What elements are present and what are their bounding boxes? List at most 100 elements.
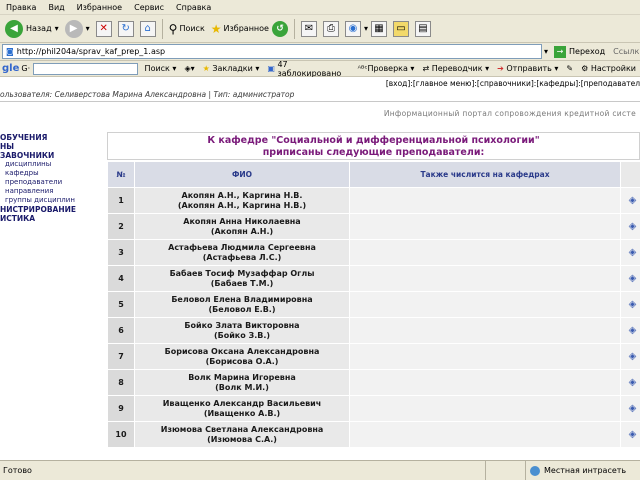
google-search-input[interactable] xyxy=(33,62,138,75)
google-search-button[interactable]: Поиск ▾ xyxy=(141,64,181,73)
folder-icon[interactable]: ▭ xyxy=(393,20,409,37)
teacher-short-name: (Акопян А.Н., Каргина Н.В.) xyxy=(177,200,307,210)
other-departments-cell xyxy=(350,370,620,395)
teacher-name-cell[interactable]: Иващенко Александр Васильевич (Иващенко А… xyxy=(135,396,349,421)
spellcheck-button[interactable]: ᴬᴮᶜ Проверка ▾ xyxy=(354,64,419,73)
sidebar-item[interactable]: НЫ xyxy=(0,142,104,151)
edit-icon[interactable]: ◈ xyxy=(621,396,640,421)
teacher-name-cell[interactable]: Бойко Злата Викторовна (Бойко З.В.) xyxy=(135,318,349,343)
address-bar: ◙ http://phil204a/sprav_kaf_prep_1.asp ▾… xyxy=(0,43,640,61)
address-input[interactable]: ◙ http://phil204a/sprav_kaf_prep_1.asp xyxy=(2,44,542,59)
g-icon: G· xyxy=(21,64,31,73)
settings-button[interactable]: ⚙ Настройки xyxy=(577,64,640,73)
header-action xyxy=(621,162,640,187)
edit-icon[interactable]: ◈ xyxy=(621,266,640,291)
teacher-name-cell[interactable]: Бабаев Тосиф Музаффар Оглы (Бабаев Т.М.) xyxy=(135,266,349,291)
table-header-row: № ФИО Также числится на кафедрах xyxy=(108,162,640,187)
teacher-full-name: Бабаев Тосиф Музаффар Оглы xyxy=(169,268,315,278)
teacher-short-name: (Бабаев Т.М.) xyxy=(210,278,274,288)
go-arrow-icon: → xyxy=(554,45,567,58)
stop-icon[interactable]: ✕ xyxy=(95,20,112,37)
status-bar: Готово Местная интрасеть xyxy=(0,460,640,480)
teacher-name-cell[interactable]: Беловол Елена Владимировна (Беловол Е.В.) xyxy=(135,292,349,317)
menu-tools[interactable]: Сервис xyxy=(128,3,170,12)
browser-toolbar: ◀ Назад ▾ ▶ ▾ ✕ ↻ ⌂ ⚲ Поиск ★ Избранное … xyxy=(0,15,640,43)
edit-icon[interactable]: ◈ xyxy=(621,318,640,343)
sidebar-item[interactable]: кафедры xyxy=(0,169,104,178)
toolbar-separator xyxy=(161,18,163,39)
translate-icon: ⇄ xyxy=(422,64,430,73)
mail-icon[interactable]: ✉ xyxy=(300,20,317,37)
sidebar-menu: ОБУЧЕНИЯ НЫ ЗАВОЧНИКИ дисциплины кафедры преп… xyxy=(0,133,104,223)
row-number: 3 xyxy=(108,240,134,265)
chevron-down-icon[interactable]: ▾ xyxy=(364,24,368,33)
menu-edit[interactable]: Правка xyxy=(0,3,42,12)
forward-button[interactable]: ▶ ▾ xyxy=(62,17,93,41)
row-number: 4 xyxy=(108,266,134,291)
teacher-name-cell[interactable]: Волк Марина Игоревна (Волк М.И.) xyxy=(135,370,349,395)
sidebar-item[interactable]: ОБУЧЕНИЯ xyxy=(0,133,104,142)
sidebar-item[interactable]: НИСТРИРОВАНИЕ xyxy=(0,205,104,214)
history-icon[interactable]: ↺ xyxy=(271,20,288,37)
menu-favorites[interactable]: Избранное xyxy=(71,3,128,12)
menu-view[interactable]: Вид xyxy=(42,3,70,12)
pen-icon[interactable]: ✎ xyxy=(562,64,577,73)
sidebar-item[interactable]: дисциплины xyxy=(0,160,104,169)
popup-blocker[interactable]: ▣ 47 заблокировано xyxy=(263,60,353,78)
table-row: 3 Астафьева Людмила Сергеевна (Астафьева Л… xyxy=(108,240,640,265)
menu-help[interactable]: Справка xyxy=(170,3,217,12)
sidebar-item[interactable]: группы дисциплин xyxy=(0,196,104,205)
google-menu-icon[interactable]: ◈▾ xyxy=(180,64,198,73)
teacher-name-cell[interactable]: Борисова Оксана Александровна (Борисова О… xyxy=(135,344,349,369)
abc-icon: ᴬᴮᶜ xyxy=(357,64,368,73)
chevron-down-icon[interactable]: ▾ xyxy=(544,47,548,56)
bookmarks-button[interactable]: ★ Закладки ▾ xyxy=(199,64,264,73)
header-num[interactable]: № xyxy=(108,162,134,187)
go-button[interactable]: → Переход xyxy=(554,45,605,58)
table-row: 1 Акопян А.Н., Каргина Н.В. (Акопян А.Н., … xyxy=(108,188,640,213)
edit-icon[interactable]: ▦ xyxy=(371,20,387,37)
refresh-icon[interactable]: ↻ xyxy=(117,20,134,37)
sidebar-item[interactable]: направления xyxy=(0,187,104,196)
print-icon[interactable]: ⎙ xyxy=(322,20,339,37)
teacher-short-name: (Беловол Е.В.) xyxy=(208,304,276,314)
links-label[interactable]: Ссылк xyxy=(613,47,639,56)
edit-icon[interactable]: ◈ xyxy=(621,422,640,447)
teacher-name-cell[interactable]: Астафьева Людмила Сергеевна (Астафьева Л.… xyxy=(135,240,349,265)
teacher-name-cell[interactable]: Акопян А.Н., Каргина Н.В. (Акопян А.Н., К… xyxy=(135,188,349,213)
favorites-button[interactable]: ★ Избранное xyxy=(208,17,272,41)
search-button[interactable]: ⚲ Поиск xyxy=(166,17,208,41)
back-button[interactable]: ◀ Назад ▾ xyxy=(2,17,62,41)
edit-icon[interactable]: ◈ xyxy=(621,370,640,395)
edit-icon[interactable]: ◈ xyxy=(621,292,640,317)
edit-icon[interactable]: ◈ xyxy=(621,240,640,265)
edit-icon[interactable]: ◈ xyxy=(621,188,640,213)
sidebar-item[interactable]: преподаватели xyxy=(0,178,104,187)
sidebar-item[interactable]: ИСТИКА xyxy=(0,214,104,223)
edit-icon[interactable]: ◈ xyxy=(621,344,640,369)
table-row: 5 Беловол Елена Владимировна (Беловол Е.В.… xyxy=(108,292,640,317)
user-type-label: Тип: xyxy=(213,90,231,99)
breadcrumb[interactable]: [вход]:[главное меню]:[справочники]:[каф… xyxy=(386,79,640,88)
search-icon: ⚲ xyxy=(168,21,178,36)
research-icon[interactable]: ▤ xyxy=(415,20,431,37)
row-number: 8 xyxy=(108,370,134,395)
teacher-name-cell[interactable]: Изюмова Светлана Александровна (Изюмова С… xyxy=(135,422,349,447)
home-icon[interactable]: ⌂ xyxy=(139,20,156,37)
send-button[interactable]: ➔ Отправить ▾ xyxy=(493,64,562,73)
header-name[interactable]: ФИО xyxy=(135,162,349,187)
other-departments-cell xyxy=(350,344,620,369)
spellcheck-label: Проверка xyxy=(367,64,408,73)
send-label: Отправить xyxy=(506,64,552,73)
messenger-icon[interactable]: ◉ xyxy=(344,20,361,37)
teacher-full-name: Акопян А.Н., Каргина Н.В. xyxy=(181,190,303,200)
sidebar-item[interactable]: ЗАВОЧНИКИ xyxy=(0,151,104,160)
forward-arrow-icon: ▶ xyxy=(64,19,83,38)
translate-button[interactable]: ⇄ Переводчик ▾ xyxy=(418,64,493,73)
star-icon: ★ xyxy=(202,64,210,73)
teacher-short-name: (Изюмова С.А.) xyxy=(207,434,277,444)
caption-line-2: приписаны следующие преподаватели: xyxy=(262,147,485,158)
teacher-name-cell[interactable]: Акопян Анна Николаевна (Акопян А.Н.) xyxy=(135,214,349,239)
edit-icon[interactable]: ◈ xyxy=(621,214,640,239)
status-text: Готово xyxy=(3,466,32,475)
